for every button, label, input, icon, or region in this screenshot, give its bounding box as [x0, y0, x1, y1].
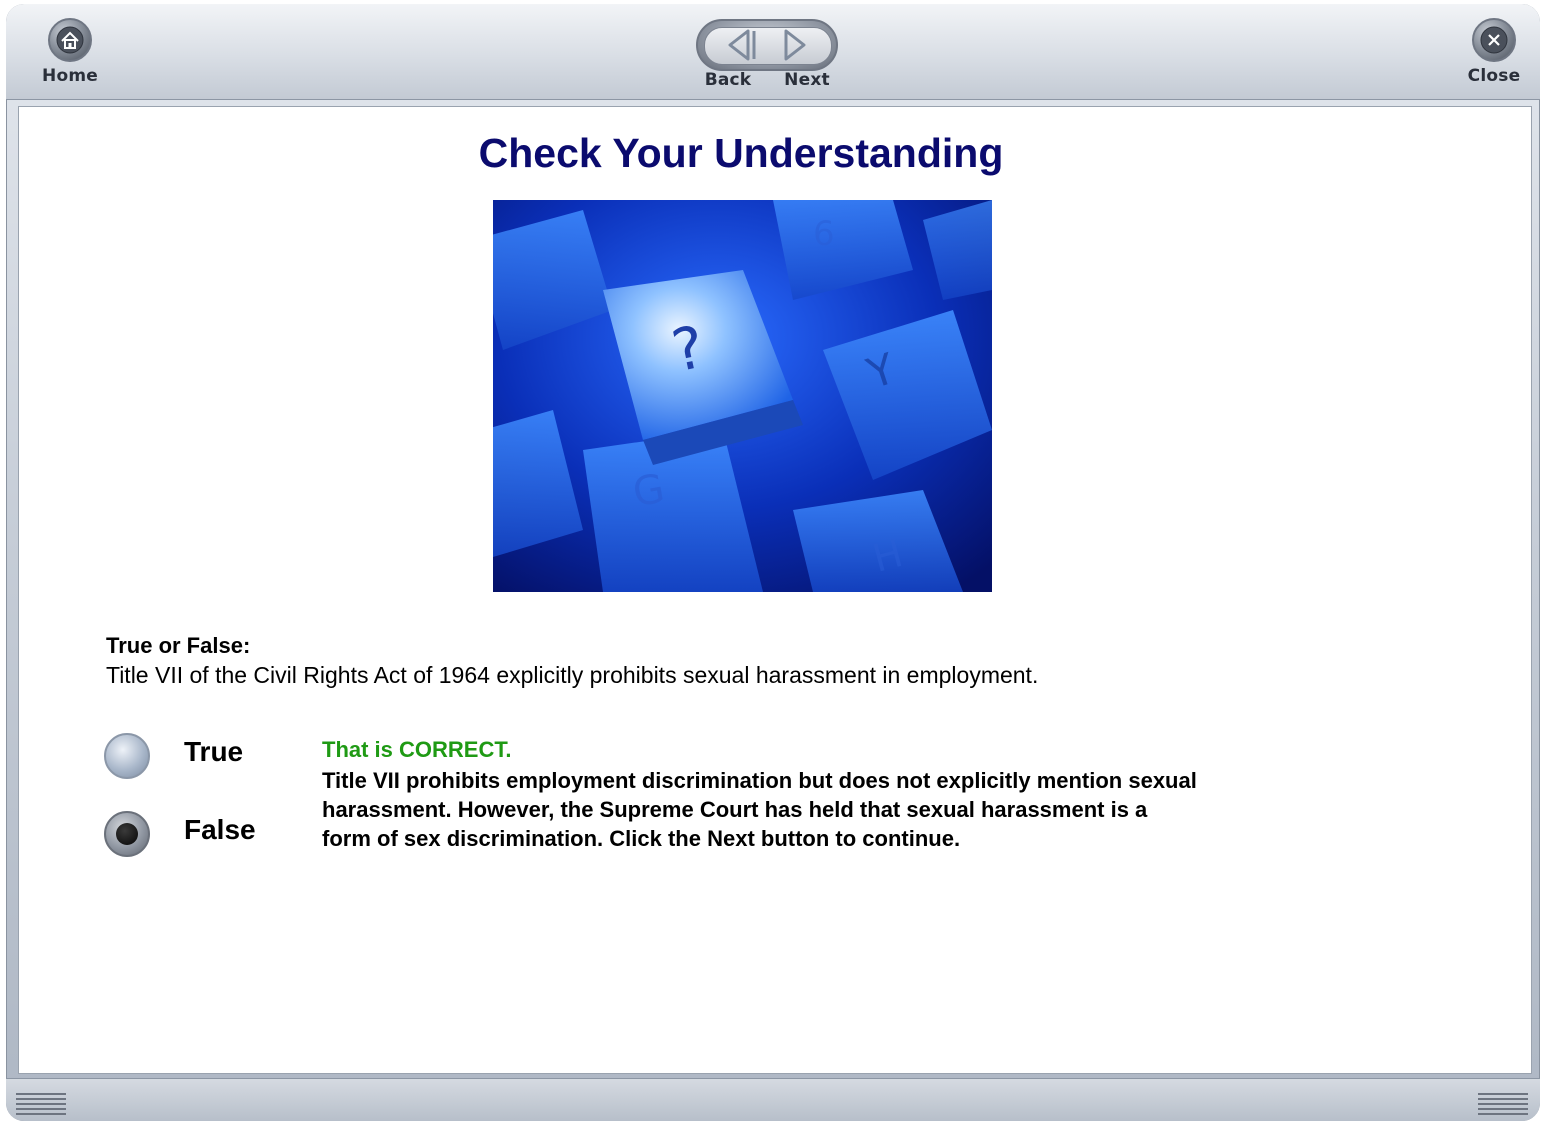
close-button[interactable]: Close: [1458, 18, 1530, 86]
close-label: Close: [1467, 66, 1521, 86]
home-label: Home: [42, 66, 98, 86]
svg-text:6: 6: [813, 214, 835, 254]
page-title: Check Your Understanding: [478, 130, 1004, 176]
status-bar: [6, 1078, 1540, 1121]
left-grip-icon[interactable]: [16, 1093, 66, 1115]
keyboard-question-key-image: ? Y G 6 H: [493, 200, 992, 592]
back-arrow-icon: [694, 20, 762, 70]
feedback-body: Title VII prohibits employment discrimin…: [322, 768, 1197, 851]
home-icon: [48, 18, 92, 62]
radio-false[interactable]: [104, 811, 150, 857]
question-label: True or False:: [106, 633, 251, 658]
radio-true[interactable]: [104, 733, 150, 779]
next-button[interactable]: Next: [772, 20, 842, 96]
option-true-label[interactable]: True: [184, 736, 243, 768]
close-icon: [1472, 18, 1516, 62]
right-grip-icon[interactable]: [1478, 1093, 1528, 1115]
home-button[interactable]: Home: [34, 18, 106, 86]
next-arrow-icon: [772, 20, 842, 70]
radio-selected-dot: [116, 823, 138, 845]
back-button[interactable]: Back: [694, 20, 762, 96]
question-text: Title VII of the Civil Rights Act of 196…: [106, 662, 1039, 688]
option-false-label[interactable]: False: [184, 814, 256, 846]
next-label: Next: [784, 70, 830, 90]
feedback-heading: That is CORRECT.: [322, 737, 512, 762]
back-label: Back: [704, 70, 752, 90]
toolbar: Home Back Next Close: [6, 4, 1540, 100]
